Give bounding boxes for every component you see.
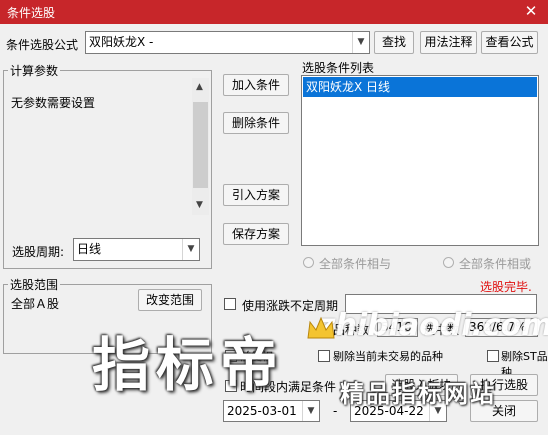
use-period-checkbox[interactable] (224, 298, 236, 310)
list-item[interactable]: 双阳妖龙X 日线 (303, 77, 537, 97)
view-formula-button[interactable]: 查看公式 (481, 31, 538, 54)
chevron-down-icon[interactable]: ▼ (352, 32, 369, 53)
save-scheme-button[interactable]: 保存方案 (223, 223, 289, 245)
conditions-list[interactable]: 双阳妖龙X 日线 (301, 75, 539, 246)
radio-or-label: 全部条件相或 (459, 257, 532, 271)
check-c-checkbox[interactable] (487, 350, 499, 362)
formula-label: 条件选股公式 (6, 38, 79, 52)
start-date-value: 2025-03-01 (227, 404, 297, 418)
scroll-up-icon[interactable]: ▲ (196, 82, 203, 92)
period-value: 日线 (77, 242, 102, 256)
scope-value: 全部Ａ股 (11, 297, 60, 311)
scroll-thumb[interactable] (193, 102, 208, 188)
watermark-mid: 精品指标网站 (340, 380, 496, 408)
crown-icon (307, 316, 335, 339)
period-combo[interactable]: 日线 ▼ (73, 238, 200, 261)
scope-group-title: 选股范围 (8, 276, 61, 293)
params-scrollbar[interactable]: ▲ ▼ (192, 78, 209, 215)
formula-value: 双阳妖龙X - (89, 35, 154, 49)
period-label: 选股周期: (12, 245, 65, 259)
window-title: 条件选股 (7, 6, 56, 20)
change-scope-button[interactable]: 改变范围 (138, 289, 202, 311)
conditions-title: 选股条件列表 (302, 61, 375, 75)
date-separator: - (333, 404, 338, 418)
radio-or[interactable] (443, 257, 454, 268)
radio-and-label: 全部条件相与 (319, 257, 392, 271)
delete-condition-button[interactable]: 删除条件 (223, 112, 289, 134)
start-date-field[interactable]: 2025-03-01 ▼ (223, 400, 320, 422)
check-b-label: 剔除当前未交易的品种 (333, 350, 443, 363)
check-b-checkbox[interactable] (318, 350, 330, 362)
watermark-big: 指标帝 (92, 331, 285, 399)
find-button[interactable]: 查找 (374, 31, 414, 54)
title-bar: 条件选股 ✕ (0, 0, 548, 24)
add-condition-button[interactable]: 加入条件 (223, 74, 289, 96)
radio-and[interactable] (303, 257, 314, 268)
close-icon[interactable]: ✕ (518, 1, 544, 21)
usage-button[interactable]: 用法注释 (420, 31, 477, 54)
params-group-title: 计算参数 (8, 62, 61, 79)
chevron-down-icon[interactable]: ▼ (302, 401, 319, 421)
status-text: 选股完毕. (480, 280, 532, 294)
scroll-down-icon[interactable]: ▼ (196, 200, 203, 210)
watermark-url: zhibiaodi.com (318, 308, 548, 343)
import-scheme-button[interactable]: 引入方案 (223, 184, 289, 206)
formula-combo[interactable]: 双阳妖龙X - ▼ (85, 31, 370, 54)
params-text: 无参数需要设置 (11, 96, 96, 110)
chevron-down-icon[interactable]: ▼ (182, 239, 199, 260)
